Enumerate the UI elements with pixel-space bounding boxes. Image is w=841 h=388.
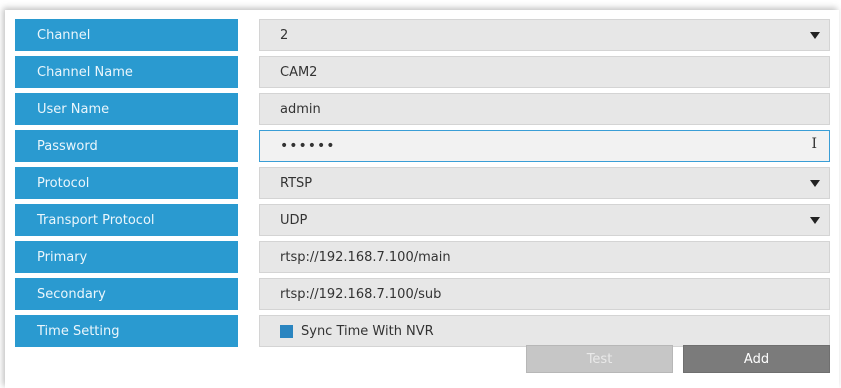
row-protocol: Protocol RTSP bbox=[15, 167, 836, 199]
test-button[interactable]: Test bbox=[526, 345, 673, 373]
i-beam-cursor-icon: I bbox=[811, 136, 817, 152]
protocol-select[interactable]: RTSP bbox=[259, 167, 830, 199]
row-primary: Primary rtsp://192.168.7.100/main bbox=[15, 241, 836, 273]
secondary-stream-input[interactable]: rtsp://192.168.7.100/sub bbox=[259, 278, 830, 310]
row-transport-protocol: Transport Protocol UDP bbox=[15, 204, 836, 236]
secondary-stream-value: rtsp://192.168.7.100/sub bbox=[280, 286, 442, 302]
caret-down-icon[interactable] bbox=[810, 32, 820, 39]
channel-name-input[interactable]: CAM2 bbox=[259, 56, 830, 88]
primary-stream-value: rtsp://192.168.7.100/main bbox=[280, 249, 451, 265]
protocol-value: RTSP bbox=[280, 175, 313, 191]
row-secondary: Secondary rtsp://192.168.7.100/sub bbox=[15, 278, 836, 310]
password-input[interactable]: •••••• I bbox=[259, 130, 830, 162]
add-button[interactable]: Add bbox=[683, 345, 830, 373]
caret-down-icon[interactable] bbox=[810, 180, 820, 187]
time-setting-field: Sync Time With NVR bbox=[259, 315, 830, 347]
row-channel: Channel 2 bbox=[15, 19, 836, 51]
row-channel-name: Channel Name CAM2 bbox=[15, 56, 836, 88]
user-name-label: User Name bbox=[15, 93, 238, 125]
row-password: Password •••••• I bbox=[15, 130, 836, 162]
user-name-value: admin bbox=[280, 101, 321, 117]
channel-name-label: Channel Name bbox=[15, 56, 238, 88]
sync-time-checkbox[interactable] bbox=[280, 324, 293, 338]
secondary-label: Secondary bbox=[15, 278, 238, 310]
password-label: Password bbox=[15, 130, 238, 162]
channel-label: Channel bbox=[15, 19, 238, 51]
transport-protocol-select[interactable]: UDP bbox=[259, 204, 830, 236]
transport-protocol-label: Transport Protocol bbox=[15, 204, 238, 236]
row-time-setting: Time Setting Sync Time With NVR bbox=[15, 315, 836, 347]
row-user-name: User Name admin bbox=[15, 93, 836, 125]
channel-name-value: CAM2 bbox=[280, 64, 318, 80]
primary-label: Primary bbox=[15, 241, 238, 273]
caret-down-icon[interactable] bbox=[810, 217, 820, 224]
protocol-label: Protocol bbox=[15, 167, 238, 199]
transport-protocol-value: UDP bbox=[280, 212, 308, 228]
primary-stream-input[interactable]: rtsp://192.168.7.100/main bbox=[259, 241, 830, 273]
channel-value: 2 bbox=[280, 27, 289, 43]
time-setting-label: Time Setting bbox=[15, 315, 238, 347]
channel-select[interactable]: 2 bbox=[259, 19, 830, 51]
password-value: •••••• bbox=[280, 138, 336, 154]
sync-time-label[interactable]: Sync Time With NVR bbox=[301, 324, 434, 339]
user-name-input[interactable]: admin bbox=[259, 93, 830, 125]
